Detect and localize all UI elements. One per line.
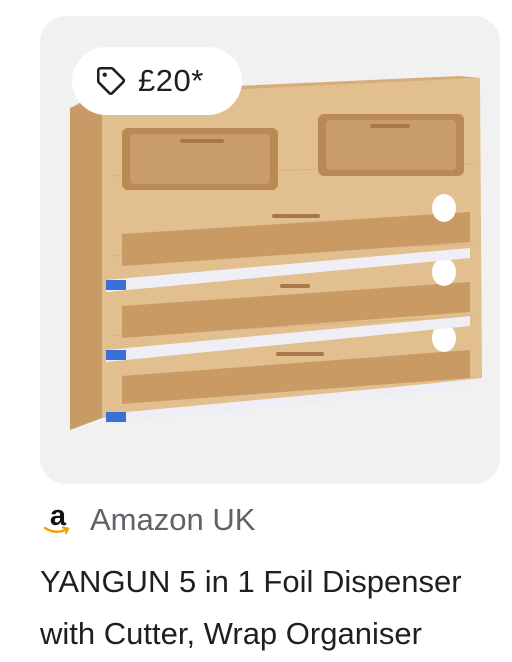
price-label: £20*: [138, 63, 204, 98]
product-title[interactable]: YANGUN 5 in 1 Foil Dispenser with Cutter…: [40, 556, 480, 660]
price-badge: £20*: [72, 47, 242, 115]
tag-icon: [96, 66, 126, 95]
amazon-logo-icon: a: [40, 501, 76, 538]
product-card[interactable]: £20*: [40, 16, 500, 484]
merchant-row[interactable]: a Amazon UK: [40, 500, 255, 540]
merchant-name: Amazon UK: [90, 502, 256, 537]
